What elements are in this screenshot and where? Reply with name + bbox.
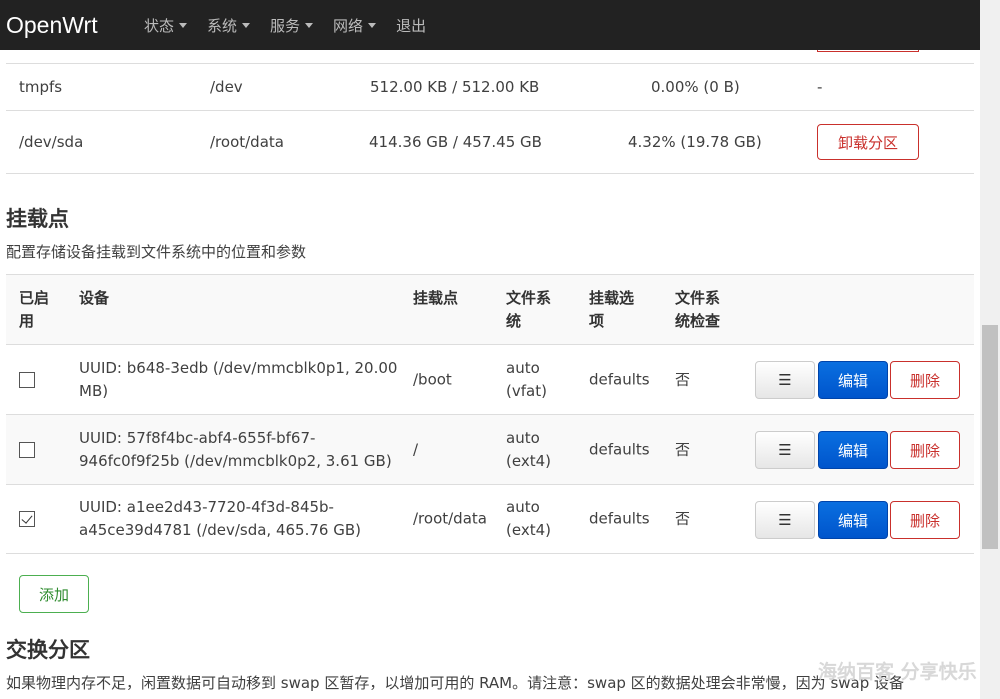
nav-network-label: 网络 bbox=[333, 16, 364, 35]
header-filesystem: 文件系统 bbox=[506, 289, 552, 330]
nav-status-label: 状态 bbox=[144, 16, 175, 35]
filesystem-cell: auto (ext4) bbox=[506, 498, 551, 539]
header-options: 挂载选项 bbox=[589, 289, 635, 330]
enabled-checkbox[interactable] bbox=[19, 441, 35, 458]
nav-services-label: 服务 bbox=[270, 16, 301, 35]
mountpoints-title: 挂载点 bbox=[6, 207, 69, 231]
mountpoint-cell: /boot bbox=[413, 370, 452, 388]
size-cell: 512.00 KB / 512.00 KB bbox=[370, 78, 540, 96]
nav-system-label: 系统 bbox=[207, 16, 238, 35]
filesystem-cell: auto (ext4) bbox=[506, 428, 551, 470]
table-row: UUID: a1ee2d43-7720-4f3d-845b-a45ce39d47… bbox=[6, 484, 974, 554]
header-enabled: 已启用 bbox=[19, 289, 50, 330]
reorder-menu-button[interactable]: ☰ bbox=[755, 501, 815, 539]
edit-button[interactable]: 编辑 bbox=[818, 431, 888, 469]
size-cell: 414.36 GB / 457.45 GB bbox=[369, 133, 542, 151]
mountpoints-table: 已启用 设备 挂载点 文件系统 挂载选项 文件系 统检查 UUID: b648-3… bbox=[6, 274, 974, 554]
filesystem-cell: tmpfs bbox=[19, 78, 63, 96]
nav-services-menu[interactable]: 服务 bbox=[270, 15, 314, 36]
options-cell: defaults bbox=[589, 440, 650, 458]
edit-button[interactable]: 编辑 bbox=[818, 361, 888, 399]
fsck-cell: 否 bbox=[675, 440, 691, 458]
used-cell: 0.00% (0 B) bbox=[651, 78, 740, 96]
scrollbar-thumb[interactable] bbox=[982, 325, 998, 549]
reorder-menu-button[interactable]: ☰ bbox=[755, 431, 815, 469]
chevron-down-icon bbox=[242, 22, 251, 28]
table-row: tmpfs /dev 512.00 KB / 512.00 KB 0.00% (… bbox=[6, 63, 974, 110]
chevron-down-icon bbox=[368, 22, 377, 28]
enabled-checkbox[interactable] bbox=[19, 371, 35, 388]
fsck-cell: 否 bbox=[675, 509, 691, 528]
mountpoint-cell: /dev bbox=[210, 78, 243, 96]
filesystem-cell: /dev/sda bbox=[19, 133, 84, 151]
nav-logout-link[interactable]: 退出 bbox=[396, 15, 426, 36]
header-fsck: 文件系 统检查 bbox=[675, 289, 721, 330]
partial-hidden-button bbox=[817, 50, 919, 52]
mountpoint-cell: /root/data bbox=[210, 133, 284, 151]
nav-logout-label: 退出 bbox=[396, 16, 427, 35]
device-cell: UUID: b648-3edb (/dev/mmcblk0p1, 20.00 MB… bbox=[79, 358, 398, 400]
nav-network-menu[interactable]: 网络 bbox=[333, 15, 377, 36]
used-cell: 4.32% (19.78 GB) bbox=[628, 133, 762, 151]
mountpoints-description: 配置存储设备挂载到文件系统中的位置和参数 bbox=[6, 243, 307, 261]
mounted-filesystems-table: tmpfs /dev 512.00 KB / 512.00 KB 0.00% (… bbox=[6, 63, 974, 174]
vertical-scrollbar[interactable] bbox=[980, 0, 1000, 699]
edit-button[interactable]: 编辑 bbox=[818, 501, 888, 539]
nav-system-menu[interactable]: 系统 bbox=[207, 15, 251, 36]
options-cell: defaults bbox=[589, 509, 650, 528]
delete-button[interactable]: 删除 bbox=[890, 361, 960, 399]
table-header: 已启用 设备 挂载点 文件系统 挂载选项 文件系 统检查 bbox=[6, 274, 974, 344]
watermark-logo: 海纳百客 分享快乐 bbox=[818, 661, 977, 683]
header-mountpoint: 挂载点 bbox=[413, 289, 459, 307]
table-row: /dev/sda /root/data 414.36 GB / 457.45 G… bbox=[6, 110, 974, 174]
enabled-checkbox[interactable] bbox=[19, 511, 35, 527]
mountpoint-cell: / bbox=[413, 440, 419, 458]
header-device: 设备 bbox=[79, 289, 110, 307]
device-cell: UUID: a1ee2d43-7720-4f3d-845b-a45ce39d47… bbox=[79, 498, 361, 539]
mountpoint-cell: /root/data bbox=[413, 509, 487, 528]
top-navbar: OpenWrt 状态 系统 服务 网络 退出 bbox=[0, 0, 980, 50]
action-cell: - bbox=[817, 78, 823, 96]
unmount-button[interactable]: 卸载分区 bbox=[817, 124, 919, 160]
device-cell: UUID: 57f8f4bc-abf4-655f-bf67- 946fc0f9f2… bbox=[79, 428, 392, 470]
options-cell: defaults bbox=[589, 370, 650, 388]
brand-logo[interactable]: OpenWrt bbox=[0, 12, 128, 39]
filesystem-cell: auto (vfat) bbox=[506, 358, 547, 400]
table-row: UUID: b648-3edb (/dev/mmcblk0p1, 20.00 MB… bbox=[6, 344, 974, 414]
fsck-cell: 否 bbox=[675, 370, 691, 388]
swap-title: 交换分区 bbox=[6, 638, 90, 662]
delete-button[interactable]: 删除 bbox=[890, 501, 960, 539]
chevron-down-icon bbox=[179, 22, 188, 28]
table-row: UUID: 57f8f4bc-abf4-655f-bf67- 946fc0f9f2… bbox=[6, 414, 974, 484]
chevron-down-icon bbox=[305, 22, 314, 28]
delete-button[interactable]: 删除 bbox=[890, 431, 960, 469]
add-mountpoint-button[interactable]: 添加 bbox=[19, 575, 89, 613]
reorder-menu-button[interactable]: ☰ bbox=[755, 361, 815, 399]
nav-status-menu[interactable]: 状态 bbox=[144, 15, 188, 36]
